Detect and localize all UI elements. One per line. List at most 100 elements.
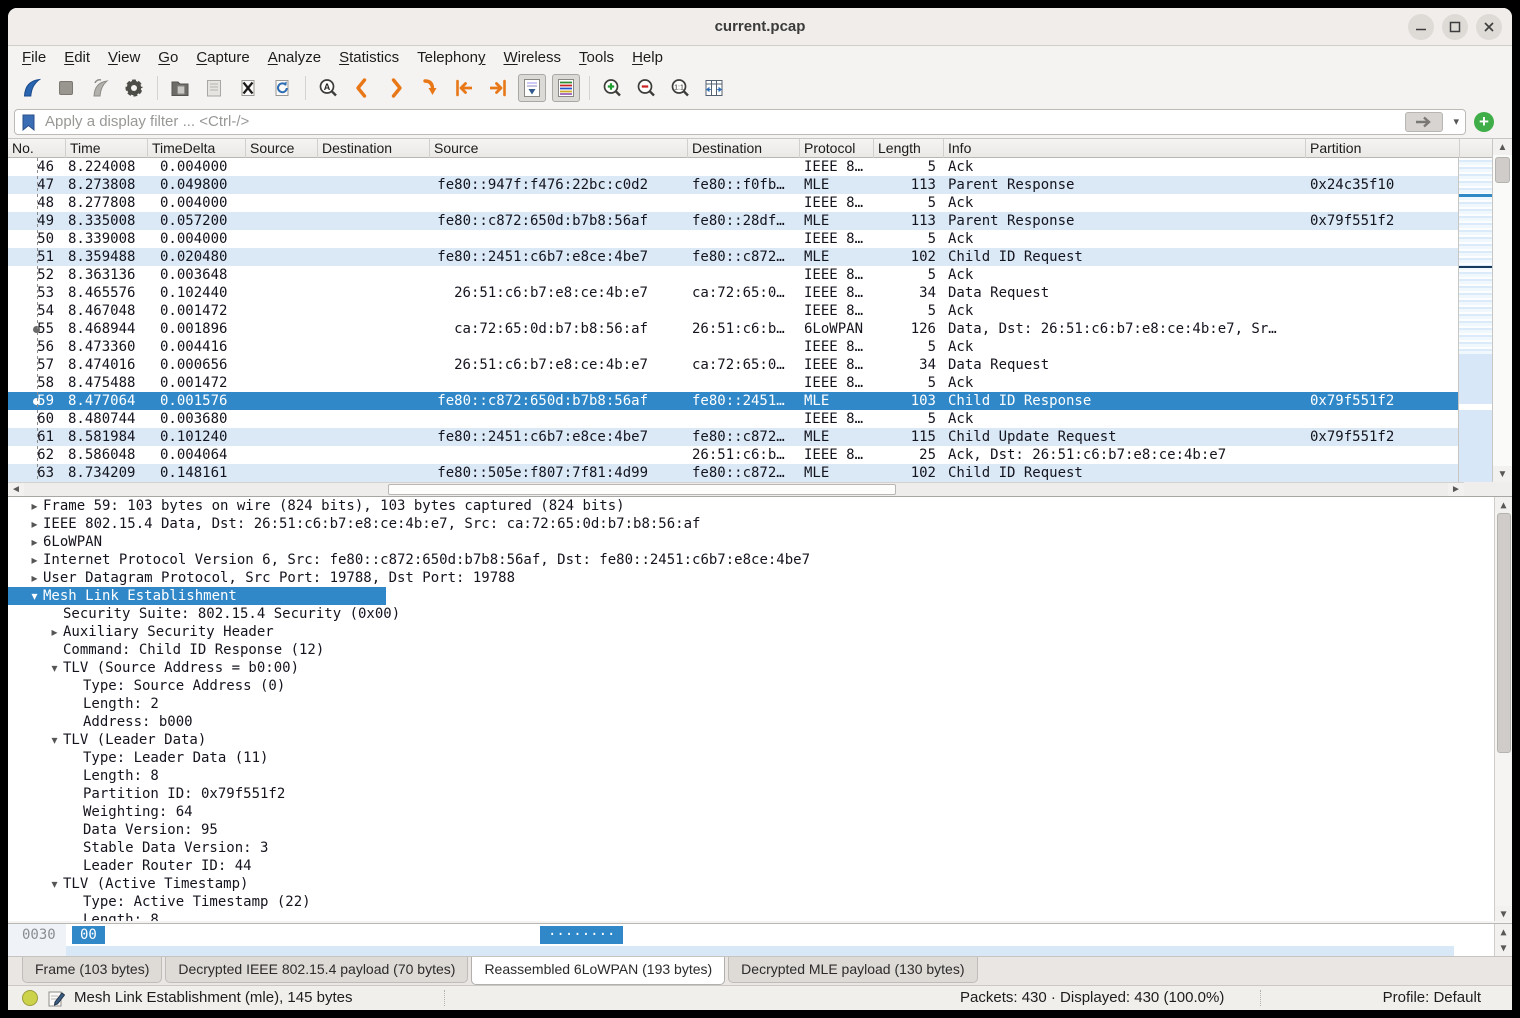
- column-header-time[interactable]: Time: [66, 139, 148, 158]
- packet-row-57[interactable]: 578.4740160.00065626:51:c6:b7:e8:ce:4b:e…: [8, 356, 1458, 374]
- menu-wireless[interactable]: Wireless: [495, 46, 571, 70]
- column-header-protocol[interactable]: Protocol: [800, 139, 874, 158]
- packet-row-63[interactable]: 638.7342090.148161fe80::505e:f807:7f81:4…: [8, 464, 1458, 482]
- packet-row-50[interactable]: 508.3390080.004000IEEE 8…5Ack: [8, 230, 1458, 248]
- capture-options-icon[interactable]: [120, 74, 148, 102]
- zoom-out-icon[interactable]: [632, 74, 660, 102]
- detail-row[interactable]: ▸IEEE 802.15.4 Data, Dst: 26:51:c6:b7:e8…: [8, 515, 1512, 533]
- menu-telephony[interactable]: Telephony: [408, 46, 494, 70]
- intelligent-scrollbar-minimap[interactable]: [1458, 158, 1492, 482]
- open-file-icon[interactable]: [166, 74, 194, 102]
- collapse-arrow-icon[interactable]: ▾: [26, 587, 43, 605]
- expand-arrow-icon[interactable]: ▸: [26, 569, 43, 587]
- detail-row[interactable]: ▾TLV (Source Address = b0:00): [8, 659, 1512, 677]
- packet-bytes-pane[interactable]: 0030 00 15 0d 00 00 00 00 00 00 00 01 75…: [8, 923, 1512, 956]
- packet-row-62[interactable]: 628.5860480.00406426:51:c6:b…IEEE 8…25Ac…: [8, 446, 1458, 464]
- detail-row[interactable]: ▸User Datagram Protocol, Src Port: 19788…: [8, 569, 1512, 587]
- add-filter-button[interactable]: +: [1474, 112, 1494, 132]
- detail-row[interactable]: Type: Source Address (0): [8, 677, 1512, 695]
- close-file-icon[interactable]: [234, 74, 262, 102]
- hex-scroll-down-icon[interactable]: ▼: [1495, 940, 1512, 956]
- details-scroll-up-icon[interactable]: ▲: [1495, 497, 1512, 513]
- detail-row[interactable]: ▾TLV (Leader Data): [8, 731, 1512, 749]
- detail-row[interactable]: ▾Mesh Link Establishment: [8, 587, 1512, 605]
- packet-list-scroll-thumb[interactable]: [1495, 157, 1510, 183]
- menu-statistics[interactable]: Statistics: [330, 46, 408, 70]
- detail-row[interactable]: Data Version: 95: [8, 821, 1512, 839]
- start-capture-icon[interactable]: [18, 74, 46, 102]
- column-header-destination[interactable]: Destination: [688, 139, 800, 158]
- zoom-original-icon[interactable]: 1:1: [666, 74, 694, 102]
- column-header-timedelta[interactable]: TimeDelta: [148, 139, 246, 158]
- packet-row-53[interactable]: 538.4655760.10244026:51:c6:b7:e8:ce:4b:e…: [8, 284, 1458, 302]
- packet-row-54[interactable]: 548.4670480.001472IEEE 8…5Ack: [8, 302, 1458, 320]
- menu-go[interactable]: Go: [149, 46, 187, 70]
- packet-row-61[interactable]: 618.5819840.101240fe80::2451:c6b7:e8ce:4…: [8, 428, 1458, 446]
- edit-capture-comment-icon[interactable]: [48, 990, 65, 1010]
- hex-scroll-up-icon[interactable]: ▲: [1495, 924, 1512, 940]
- detail-row[interactable]: Security Suite: 802.15.4 Security (0x00): [8, 605, 1512, 623]
- column-header-partition[interactable]: Partition: [1306, 139, 1460, 158]
- colorize-icon[interactable]: [552, 74, 580, 102]
- detail-row[interactable]: Length: 2: [8, 695, 1512, 713]
- byte-view-tab[interactable]: Frame (103 bytes): [22, 957, 162, 983]
- detail-row[interactable]: Partition ID: 0x79f551f2: [8, 785, 1512, 803]
- byte-view-tab[interactable]: Reassembled 6LoWPAN (193 bytes): [471, 957, 725, 985]
- go-first-icon[interactable]: [450, 74, 478, 102]
- details-scroll-down-icon[interactable]: ▼: [1495, 906, 1512, 921]
- expand-arrow-icon[interactable]: ▸: [26, 515, 43, 533]
- detail-row[interactable]: ▸Auxiliary Security Header: [8, 623, 1512, 641]
- detail-row[interactable]: Command: Child ID Response (12): [8, 641, 1512, 659]
- byte-view-tab[interactable]: Decrypted IEEE 802.15.4 payload (70 byte…: [165, 957, 468, 983]
- collapse-arrow-icon[interactable]: ▾: [46, 875, 63, 893]
- column-header-destination[interactable]: Destination: [318, 139, 430, 158]
- hex-ascii-selected[interactable]: ········ ···u·S\E: [540, 926, 623, 944]
- filter-bookmark-icon[interactable]: [22, 114, 36, 137]
- packet-row-48[interactable]: 488.2778080.004000IEEE 8…5Ack: [8, 194, 1458, 212]
- packet-row-59[interactable]: 598.4770640.001576fe80::c872:650d:b7b8:5…: [8, 392, 1458, 410]
- menu-analyze[interactable]: Analyze: [259, 46, 330, 70]
- go-last-icon[interactable]: [484, 74, 512, 102]
- detail-row[interactable]: Address: b000: [8, 713, 1512, 731]
- detail-row[interactable]: Weighting: 64: [8, 803, 1512, 821]
- menu-tools[interactable]: Tools: [570, 46, 623, 70]
- details-vertical-scrollbar[interactable]: ▲▼: [1494, 497, 1512, 921]
- column-header-no[interactable]: No.: [8, 139, 66, 158]
- packet-list-horizontal-scrollbar[interactable]: ◄ ►: [8, 482, 1464, 496]
- collapse-arrow-icon[interactable]: ▾: [46, 659, 63, 677]
- status-profile[interactable]: Profile: Default: [1383, 986, 1481, 1010]
- menu-help[interactable]: Help: [623, 46, 672, 70]
- detail-row[interactable]: Type: Active Timestamp (22): [8, 893, 1512, 911]
- column-header-info[interactable]: Info: [944, 139, 1306, 158]
- hex-bytes-selected[interactable]: 00 15 0d 00 00 00 00 00 00 00 01 75 bb 5…: [72, 926, 105, 944]
- reload-file-icon[interactable]: [268, 74, 296, 102]
- apply-filter-button[interactable]: [1405, 112, 1443, 132]
- auto-scroll-icon[interactable]: [518, 74, 546, 102]
- scroll-up-arrow-icon[interactable]: ▲: [1493, 139, 1512, 155]
- detail-row[interactable]: ▸Frame 59: 103 bytes on wire (824 bits),…: [8, 497, 1512, 515]
- packet-row-46[interactable]: 468.2240080.004000IEEE 8…5Ack: [8, 158, 1458, 176]
- minimize-button[interactable]: [1408, 14, 1434, 40]
- detail-row[interactable]: Stable Data Version: 3: [8, 839, 1512, 857]
- scroll-left-arrow-icon[interactable]: ◄: [8, 483, 24, 496]
- zoom-in-icon[interactable]: [598, 74, 626, 102]
- horizontal-scroll-thumb[interactable]: [388, 484, 896, 495]
- packet-row-56[interactable]: 568.4733600.004416IEEE 8…5Ack: [8, 338, 1458, 356]
- expand-arrow-icon[interactable]: ▸: [26, 497, 43, 515]
- menu-capture[interactable]: Capture: [187, 46, 258, 70]
- find-packet-icon[interactable]: A: [314, 74, 342, 102]
- go-to-packet-icon[interactable]: [416, 74, 444, 102]
- restart-capture-icon[interactable]: [86, 74, 114, 102]
- packet-row-52[interactable]: 528.3631360.003648IEEE 8…5Ack: [8, 266, 1458, 284]
- resize-columns-icon[interactable]: [700, 74, 728, 102]
- detail-row[interactable]: Length: 8: [8, 767, 1512, 785]
- menu-view[interactable]: View: [99, 46, 149, 70]
- expert-info-icon[interactable]: [22, 990, 38, 1006]
- expand-arrow-icon[interactable]: ▸: [26, 551, 43, 569]
- details-scroll-thumb[interactable]: [1497, 513, 1511, 753]
- column-header-length[interactable]: Length: [874, 139, 944, 158]
- filter-dropdown-caret[interactable]: ▾: [1453, 115, 1459, 128]
- stop-capture-icon[interactable]: [52, 74, 80, 102]
- collapse-arrow-icon[interactable]: ▾: [46, 731, 63, 749]
- scroll-right-arrow-icon[interactable]: ►: [1448, 483, 1464, 496]
